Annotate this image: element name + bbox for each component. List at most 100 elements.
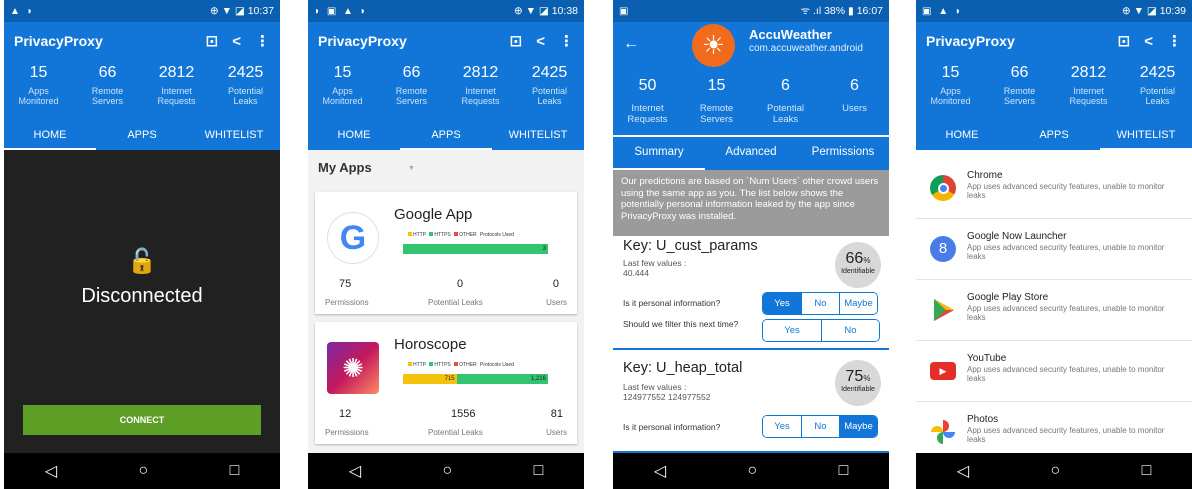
stat-internet-requests: 2812 Internet Requests — [157, 64, 196, 106]
stat-remote-servers: 66 Remote Servers — [395, 64, 428, 106]
app-bar: PrivacyProxy ⊡ < ⋮ — [308, 22, 584, 60]
home-icon[interactable]: ○ — [442, 462, 452, 480]
yes-option[interactable]: Yes — [763, 416, 801, 437]
overflow-menu-icon[interactable]: ⋮ — [255, 32, 270, 50]
home-icon[interactable]: ○ — [747, 462, 757, 480]
status-left-icons: ◗ ▣ ▲ ◗ — [314, 5, 368, 17]
app-card-google[interactable]: G Google App HTTP HTTPS OTHER Protocols … — [315, 192, 577, 314]
stat-internet-requests: 50 Internet Requests — [627, 77, 668, 125]
tab-bar: HOME APPS WHITELIST — [916, 122, 1192, 150]
play-store-icon — [930, 297, 956, 323]
stats-row: 15 Apps Monitored 66 Remote Servers 2812 In… — [916, 60, 1192, 122]
back-arrow-icon[interactable]: ← — [623, 35, 639, 53]
recents-icon[interactable]: □ — [534, 462, 544, 480]
last-values-label: Last few values : — [623, 382, 687, 392]
recents-icon[interactable]: □ — [1142, 462, 1152, 480]
recents-icon[interactable]: □ — [230, 462, 240, 480]
maybe-option[interactable]: Maybe — [839, 293, 877, 314]
vpn-icon[interactable]: ⊡ — [1118, 32, 1131, 50]
chevron-down-icon[interactable]: ▼ — [408, 165, 415, 172]
overflow-menu-icon[interactable]: ⋮ — [559, 32, 574, 50]
connect-button[interactable]: CONNECT — [23, 405, 261, 435]
identifiable-badge: 66% Identifiable — [835, 242, 881, 288]
list-item[interactable]: Google Play Store App uses advanced secu… — [916, 280, 1192, 341]
apps-filter-dropdown[interactable]: My Apps — [318, 160, 372, 175]
back-icon[interactable]: ◁ — [45, 461, 57, 481]
yes-option[interactable]: Yes — [763, 293, 801, 314]
app-title: PrivacyProxy — [14, 33, 103, 49]
back-icon[interactable]: ◁ — [957, 461, 969, 481]
nav-bar: ◁ ○ □ — [4, 453, 280, 489]
app-status: App uses advanced security features, una… — [967, 243, 1165, 261]
tab-whitelist[interactable]: WHITELIST — [492, 122, 584, 150]
users-count: 81 — [550, 408, 563, 420]
vpn-icon[interactable]: ⊡ — [510, 32, 523, 50]
package-name: com.accuweather.android — [749, 43, 863, 54]
home-panel: 🔓 Disconnected CONNECT — [4, 150, 280, 453]
tab-apps[interactable]: APPS — [400, 122, 492, 150]
yes-option[interactable]: Yes — [763, 320, 821, 341]
no-option[interactable]: No — [801, 416, 839, 437]
status-right-info: ᯤ .ıl 38% ▮ 16:07 — [800, 5, 884, 17]
last-values-label: Last few values : — [623, 258, 687, 268]
app-card-horoscope[interactable]: ✺ Horoscope HTTP HTTPS OTHER Protocols U… — [315, 322, 577, 444]
back-icon[interactable]: ◁ — [654, 461, 666, 481]
permissions-count: 12 — [339, 408, 352, 420]
share-icon[interactable]: < — [1144, 33, 1153, 50]
tab-apps[interactable]: APPS — [1008, 122, 1100, 150]
share-icon[interactable]: < — [536, 33, 545, 50]
status-right-info: ⊕ ▼ ◪ 10:38 — [513, 5, 578, 17]
home-icon[interactable]: ○ — [138, 462, 148, 480]
app-name: Chrome — [967, 170, 1003, 181]
app-status: App uses advanced security features, una… — [967, 365, 1165, 383]
app-name: Horoscope — [394, 336, 467, 353]
stats-row: 50 Internet Requests 15 Remote Servers 6 Po… — [613, 73, 889, 135]
stat-internet-requests: 2812 Internet Requests — [1069, 64, 1108, 106]
list-item[interactable]: 8 Google Now Launcher App uses advanced … — [916, 219, 1192, 280]
screen-home: ▲ ◗ ⊕ ▼ ◪ 10:37 PrivacyProxy ⊡ < ⋮ 15 App… — [4, 0, 280, 489]
app-bar: PrivacyProxy ⊡ < ⋮ — [4, 22, 280, 60]
tab-permissions[interactable]: Permissions — [797, 137, 889, 170]
share-icon[interactable]: < — [232, 33, 241, 50]
app-name: Google Now Launcher — [967, 231, 1067, 242]
stat-remote-servers: 66 Remote Servers — [1003, 64, 1036, 106]
http-segment: 715 — [403, 374, 457, 384]
detail-tab-bar: Summary Advanced Permissions — [613, 137, 889, 170]
overflow-menu-icon[interactable]: ⋮ — [1167, 32, 1182, 50]
status-left-icons: ▣ ▲ ◗ — [922, 5, 963, 17]
identifiable-badge: 75% Identifiable — [835, 360, 881, 406]
filter-question: Should we filter this next time? — [623, 319, 739, 329]
recents-icon[interactable]: □ — [839, 462, 849, 480]
key-card-heap-total: Key: U_heap_total Last few values : 1249… — [613, 352, 889, 453]
status-bar: ▲ ◗ ⊕ ▼ ◪ 10:37 — [4, 0, 280, 22]
app-name: Photos — [967, 414, 999, 425]
tab-advanced[interactable]: Advanced — [705, 137, 797, 170]
tab-home[interactable]: HOME — [916, 122, 1008, 150]
list-item[interactable]: ▶ YouTube App uses advanced security fea… — [916, 341, 1192, 402]
nav-bar: ◁ ○ □ — [308, 453, 584, 489]
permissions-count: 75 — [339, 278, 352, 290]
no-option[interactable]: No — [821, 320, 879, 341]
tab-whitelist[interactable]: WHITELIST — [1100, 122, 1192, 150]
app-name: AccuWeather — [749, 27, 832, 42]
stat-potential-leaks: 2425 Potential Leaks — [227, 64, 264, 106]
prediction-notice: Our predictions are based on `Num Users`… — [613, 170, 889, 236]
tab-summary[interactable]: Summary — [613, 137, 705, 170]
google-now-launcher-icon: 8 — [930, 236, 956, 262]
apps-panel: My Apps ▼ G Google App HTTP HTTPS OTHER … — [308, 150, 584, 453]
key-name: Key: U_cust_params — [623, 238, 758, 254]
tab-whitelist[interactable]: WHITELIST — [188, 122, 280, 150]
tab-bar: HOME APPS WHITELIST — [308, 122, 584, 150]
back-icon[interactable]: ◁ — [349, 461, 361, 481]
tab-home[interactable]: HOME — [4, 122, 96, 150]
list-item[interactable]: Chrome App uses advanced security featur… — [916, 158, 1192, 219]
maybe-option[interactable]: Maybe — [839, 416, 877, 437]
no-option[interactable]: No — [801, 293, 839, 314]
stats-row: 15 Apps Monitored 66 Remote Servers 2812 In… — [4, 60, 280, 122]
vpn-icon[interactable]: ⊡ — [206, 32, 219, 50]
personal-info-question: Is it personal information? — [623, 298, 721, 308]
home-icon[interactable]: ○ — [1050, 462, 1060, 480]
tab-apps[interactable]: APPS — [96, 122, 188, 150]
tab-home[interactable]: HOME — [308, 122, 400, 150]
protocol-legend: HTTP HTTPS OTHER Protocols Used — [408, 232, 514, 238]
